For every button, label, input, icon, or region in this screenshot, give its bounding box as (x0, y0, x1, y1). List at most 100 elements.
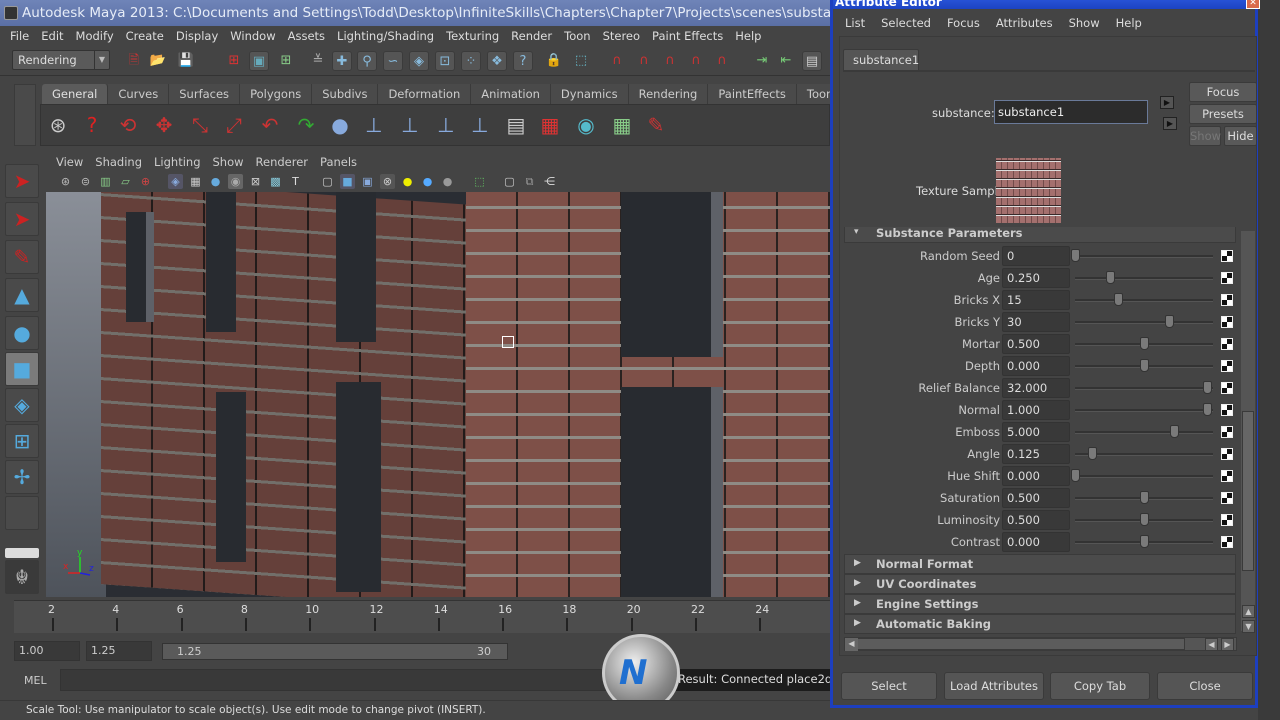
menu-lighting-shading[interactable]: Lighting/Shading (331, 26, 440, 46)
scroll-left-arrow-icon[interactable]: ◀ (845, 638, 858, 651)
menu-window[interactable]: Window (224, 26, 281, 46)
rotate-tool-icon[interactable]: ● (5, 316, 39, 350)
save-scene-icon[interactable]: 💾 (176, 51, 196, 71)
hide-button[interactable]: Hide (1224, 126, 1257, 146)
param-value-field[interactable]: 1.000 (1002, 400, 1070, 420)
slider-thumb[interactable] (1071, 469, 1080, 482)
make-live-icon[interactable]: ⊡ (435, 51, 455, 71)
map-texture-icon[interactable] (1221, 272, 1233, 284)
slider-thumb[interactable] (1164, 315, 1174, 328)
scroll-down-arrow-icon[interactable]: ▼ (1242, 620, 1255, 633)
shelf-tab-rendering[interactable]: Rendering (628, 84, 709, 104)
param-slider[interactable] (1075, 381, 1213, 394)
camera-tumble-icon[interactable]: ⟲ (113, 110, 143, 140)
param-value-field[interactable]: 30 (1002, 312, 1070, 332)
viewport-menu-view[interactable]: View (50, 154, 89, 171)
select-by-component-icon[interactable]: ⊞ (276, 51, 296, 71)
slider-thumb[interactable] (1140, 513, 1149, 526)
presets-button[interactable]: Presets (1189, 104, 1257, 124)
select-by-object-icon[interactable]: ▣ (249, 51, 269, 71)
ae-menu-list[interactable]: List (837, 12, 873, 34)
toolbox-collapse-handle[interactable] (5, 548, 39, 558)
param-value-field[interactable]: 0.000 (1002, 466, 1070, 486)
open-scene-icon[interactable]: 📂 (148, 51, 168, 71)
param-value-field[interactable]: 0.000 (1002, 532, 1070, 552)
focus-button[interactable]: Focus (1189, 82, 1257, 102)
particles-icon[interactable]: ❖ (487, 51, 507, 71)
shelf-menu-toggle[interactable] (14, 84, 36, 146)
film-reel-icon[interactable]: ⊛ (43, 110, 73, 140)
shelf-tab-subdivs[interactable]: Subdivs (312, 84, 379, 104)
help-icon[interactable]: ? (77, 110, 107, 140)
select-component-icon[interactable]: ▦ (607, 110, 637, 140)
map-texture-icon[interactable] (1221, 426, 1233, 438)
menu-paint-effects[interactable]: Paint Effects (646, 26, 729, 46)
mel-label[interactable]: MEL (24, 674, 47, 687)
universal-manipulator-icon[interactable]: ◈ (5, 388, 39, 422)
last-tool-slot[interactable] (5, 496, 39, 530)
maya-dragon-icon[interactable]: ☬ (5, 560, 39, 594)
vertical-scrollbar[interactable] (1241, 231, 1255, 631)
hierarchy-icon[interactable]: ⊥ (431, 110, 461, 140)
load-attributes-button[interactable]: Load Attributes (944, 672, 1044, 700)
show-button[interactable]: Show (1189, 126, 1221, 146)
use-all-lights-icon[interactable]: ● (400, 174, 415, 189)
high-quality-icon[interactable]: ● (440, 174, 455, 189)
select-hierarchy-icon[interactable]: ▦ (535, 110, 565, 140)
input-connection-icon[interactable]: ▶ (1160, 96, 1174, 109)
menu-file[interactable]: File (4, 26, 35, 46)
param-value-field[interactable]: 0.500 (1002, 334, 1070, 354)
select-marquee-icon[interactable]: ⬚ (571, 51, 591, 71)
param-value-field[interactable]: 0.500 (1002, 488, 1070, 508)
texture-sample-swatch[interactable] (996, 158, 1061, 223)
ae-menu-attributes[interactable]: Attributes (988, 12, 1061, 34)
param-slider[interactable] (1071, 469, 1213, 482)
param-slider[interactable] (1075, 447, 1213, 460)
slider-thumb[interactable] (1140, 491, 1149, 504)
mel-input[interactable] (60, 669, 620, 691)
safe-action-icon[interactable]: ▩ (268, 174, 283, 189)
magnet-plane-icon[interactable]: ∩ (686, 51, 706, 71)
start-time-field[interactable]: 1.00 (14, 641, 80, 661)
map-texture-icon[interactable] (1221, 382, 1233, 394)
output-connection-icon[interactable]: ▶ (1163, 117, 1177, 130)
redo-icon[interactable]: ↷ (291, 110, 321, 140)
map-texture-icon[interactable] (1221, 338, 1233, 350)
slider-thumb[interactable] (1088, 447, 1098, 460)
param-value-field[interactable]: 0 (1002, 246, 1070, 266)
3d-viewport[interactable] (46, 192, 830, 597)
shelf-tab-surfaces[interactable]: Surfaces (169, 84, 241, 104)
shelf-tab-animation[interactable]: Animation (471, 84, 551, 104)
param-slider[interactable] (1075, 359, 1213, 372)
select-object-icon[interactable]: ◉ (571, 110, 601, 140)
menu-render[interactable]: Render (505, 26, 558, 46)
ae-menu-focus[interactable]: Focus (939, 12, 988, 34)
param-slider[interactable] (1075, 513, 1213, 526)
ae-menu-selected[interactable]: Selected (873, 12, 939, 34)
lock-selection-icon[interactable]: ≚ (308, 51, 328, 71)
outliner-icon[interactable]: ▤ (501, 110, 531, 140)
horizontal-scrollbar[interactable]: ◀ ◀ ▶ (844, 637, 1237, 651)
node-name-input[interactable]: substance1 (994, 100, 1148, 124)
param-value-field[interactable]: 15 (1002, 290, 1070, 310)
param-value-field[interactable]: 0.000 (1002, 356, 1070, 376)
attribute-editor-title-bar[interactable]: Attribute Editor (833, 0, 1255, 9)
section-automatic-baking[interactable]: ▶ Automatic Baking (844, 614, 1236, 634)
lock-icon[interactable]: 🔒 (544, 51, 564, 71)
menu-edit[interactable]: Edit (35, 26, 69, 46)
close-icon[interactable]: ✕ (1246, 0, 1260, 9)
shadows-icon[interactable]: ● (420, 174, 435, 189)
menu-modify[interactable]: Modify (70, 26, 120, 46)
magnet-point-icon[interactable]: ∩ (660, 51, 680, 71)
map-texture-icon[interactable] (1221, 470, 1233, 482)
param-slider[interactable] (1075, 425, 1213, 438)
param-value-field[interactable]: 32.000 (1002, 378, 1070, 398)
viewport-menu-lighting[interactable]: Lighting (148, 154, 206, 171)
snap-to-point-icon[interactable]: ∽ (383, 51, 403, 71)
slider-thumb[interactable] (1140, 337, 1149, 350)
viewport-menu-renderer[interactable]: Renderer (250, 154, 315, 171)
viewport-menu-panels[interactable]: Panels (314, 154, 363, 171)
scroll-left-arrow-icon[interactable]: ◀ (1205, 638, 1218, 651)
section-substance-parameters[interactable]: ▾ Substance Parameters (844, 227, 1236, 243)
slider-thumb[interactable] (1105, 271, 1115, 284)
